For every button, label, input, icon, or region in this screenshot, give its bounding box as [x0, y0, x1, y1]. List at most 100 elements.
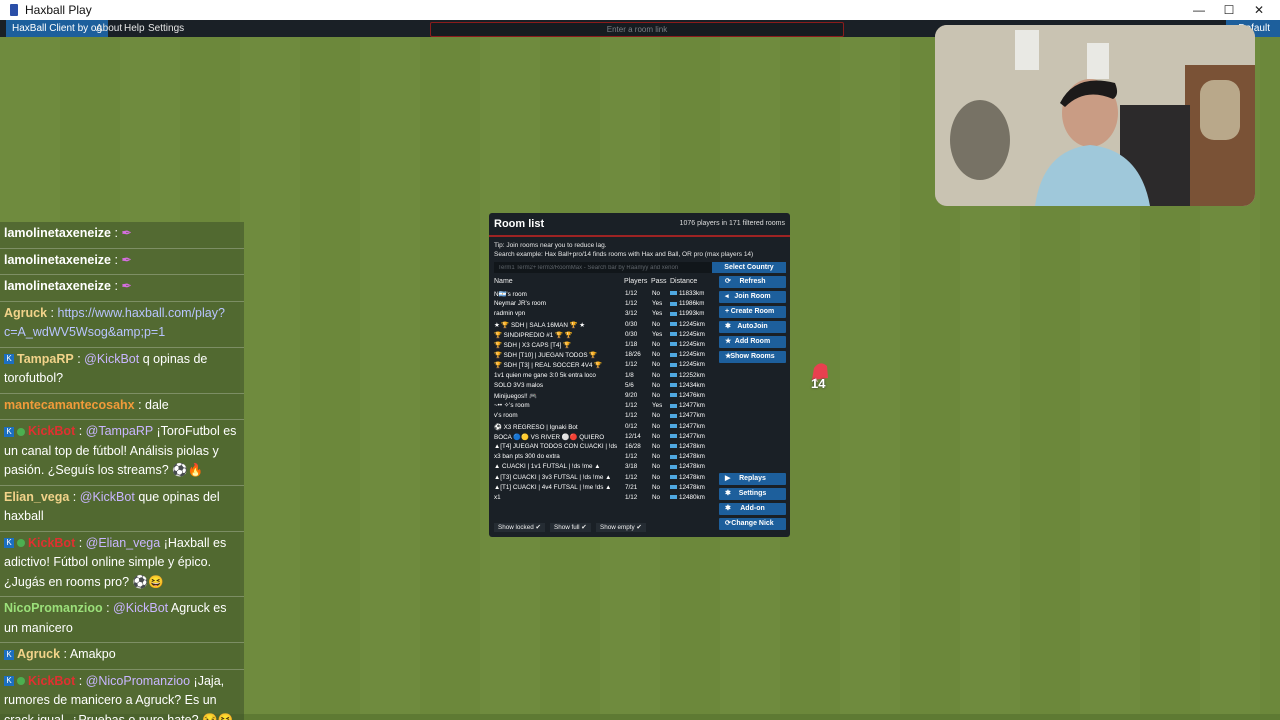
room-name: ▲[T1] CUACKI | 4v4 FUTSAL | !me !ds ▲ [494, 483, 612, 491]
room-row[interactable]: ~•• ✧'s room 1/12 Yes 12477km [489, 401, 719, 411]
room-distance: 12245km [670, 351, 705, 358]
room-row[interactable]: ▲[T4] JUEGAN TODOS CON CUACKI | !ds 16/28… [489, 442, 719, 452]
room-distance-value: 11993km [679, 310, 705, 318]
room-row[interactable]: Neymar JR's room 1/12 Yes 11986km [489, 299, 719, 309]
show-full-toggle[interactable]: Show full ✔ [550, 523, 591, 532]
verified-icon [17, 427, 25, 436]
room-pass: No [652, 351, 661, 359]
chat-mention: @Elian_vega [85, 535, 161, 550]
col-distance[interactable]: Distance [670, 278, 697, 285]
room-row[interactable]: BOCA 🔵🟡 VS RIVER ⚪🔴 QUIERO 12/14 No 12477km [489, 432, 719, 442]
chat-message: K KickBot : @Elian_vega ¡Haxball es adict… [0, 532, 244, 597]
settings-button[interactable]: ✱ Settings [719, 488, 786, 500]
menu-settings[interactable]: Settings [148, 20, 184, 37]
room-row[interactable]: radmin vpn 3/12 Yes 11993km [489, 309, 719, 319]
close-icon[interactable]: ✕ [1244, 2, 1274, 18]
room-link-input[interactable] [431, 23, 843, 36]
addon-button[interactable]: ✱ Add-on [719, 503, 786, 515]
room-distance-value: 12245km [679, 330, 705, 338]
room-row[interactable]: SOLO 3V3 malos 5/6 No 12434km [489, 381, 719, 391]
change-nick-button[interactable]: ⟳ Change Nick [719, 518, 786, 530]
maximize-icon[interactable]: ☐ [1214, 2, 1244, 18]
join-room-button[interactable]: ◂ Join Room [719, 291, 786, 303]
room-players: 3/12 [625, 310, 638, 318]
room-distance-value: 12477km [679, 432, 705, 440]
room-distance: 12434km [670, 382, 705, 389]
room-distance: 12477km [670, 402, 705, 409]
star-icon: ★ [725, 353, 732, 360]
room-name: radmin vpn [494, 310, 526, 318]
room-name: v's room [494, 412, 518, 420]
col-pass[interactable]: Pass [651, 278, 667, 285]
room-row[interactable]: ▲[T1] CUACKI | 4v4 FUTSAL | !me !ds ▲ 7/2… [489, 483, 719, 493]
room-players: 5/6 [625, 381, 634, 389]
refresh-button[interactable]: ⟳ Refresh [719, 276, 786, 288]
brand-menu[interactable]: HaxBall Client by og [6, 20, 109, 37]
room-row[interactable]: ▲[T3] CUACKI | 3v3 FUTSAL | !ds !me ▲ 1/1… [489, 473, 719, 483]
autojoin-button[interactable]: ✱ AutoJoin [719, 321, 786, 333]
room-row[interactable]: v's room 1/12 No 12477km [489, 411, 719, 421]
chat-username: Agruck [17, 647, 61, 661]
show-empty-toggle[interactable]: Show empty ✔ [596, 523, 646, 532]
menu-about[interactable]: About [96, 20, 122, 37]
room-row[interactable]: N🇦🇷's room 1/12 No 11833km [489, 289, 719, 299]
chat-username: KickBot [28, 424, 76, 438]
select-country-button[interactable]: Select Country [712, 262, 786, 273]
room-row[interactable]: 🏆 SINDIPREDIO #1 🏆 🏆 0/30 Yes 12245km [489, 330, 719, 340]
room-row[interactable]: 1v1 quien me gane 3:0 5k entra loco 1/8 No… [489, 371, 719, 381]
room-row[interactable]: ⚽ X3 REGRESO | Ignaki Bot 0/12 No 12477km [489, 422, 719, 432]
room-row[interactable]: 🏆 SDH [T10] | JUEGAN TODOS 🏆 18/26 No 12245… [489, 350, 719, 360]
room-pass: No [652, 412, 661, 420]
chat-username: mantecamantecosahx [4, 397, 135, 412]
room-distance-value: 12478km [679, 443, 705, 450]
room-link-box [430, 22, 844, 37]
chat-username: Elian_vega [4, 489, 70, 504]
room-row[interactable]: x1 1/12 No 12480km [489, 493, 719, 503]
show-rooms-button[interactable]: ★ Show Rooms [719, 351, 786, 363]
room-row[interactable]: 🏆 SDH [T3] | REAL SOCCER 4V4 🏆 1/12 No 1224… [489, 360, 719, 370]
chat-message: K KickBot : @TampaRP ¡ToroFutbol es un ca… [0, 420, 244, 486]
minimize-icon[interactable]: — [1184, 2, 1214, 18]
room-distance: 12478km [670, 443, 705, 450]
room-row[interactable]: ▲ CUACKI | 1v1 FUTSAL | !ds !me ▲ 3/18 No 1… [489, 462, 719, 472]
room-distance-value: 12245km [679, 341, 705, 348]
room-pass: No [652, 494, 661, 501]
room-count: 1076 players in 171 filtered rooms [679, 220, 785, 227]
room-distance-value: 12476km [679, 392, 705, 399]
flag-icon [670, 383, 677, 388]
menu-help[interactable]: Help [124, 20, 145, 37]
room-distance: 12245km [670, 341, 705, 348]
chat-mention: @KickBot [79, 489, 135, 504]
room-row[interactable]: ★ 🏆 SDH | SALA 16MAN 🏆 ★ 0/30 No 12245km [489, 320, 719, 330]
room-row[interactable]: 🏆 SDH | X3 CAPS [T4] 🏆 1/18 No 12245km [489, 340, 719, 350]
flag-icon [670, 332, 677, 337]
create-room-button[interactable]: + Create Room [719, 306, 786, 318]
col-name[interactable]: Name [494, 278, 513, 285]
room-players: 1/12 [625, 402, 638, 410]
room-search-input[interactable] [494, 262, 717, 273]
room-name: Minijuegos!! 🎮 [494, 393, 538, 400]
room-name: BOCA 🔵🟡 VS RIVER ⚪🔴 QUIERO [494, 433, 605, 441]
verified-icon [17, 677, 25, 686]
room-distance: 12477km [670, 433, 705, 440]
show-locked-toggle[interactable]: Show locked ✔ [494, 523, 545, 532]
flag-icon [670, 291, 677, 296]
room-distance-value: 12478km [679, 463, 705, 471]
chat-username: KickBot [28, 673, 76, 688]
room-name: ~•• ✧'s room [494, 402, 530, 410]
col-players[interactable]: Players [624, 278, 647, 285]
room-distance: 12480km [670, 494, 705, 501]
chat-message: mantecamantecosahx : dale [0, 394, 244, 420]
chat-text: Amakpo [69, 647, 116, 661]
room-distance-value: 11833km [679, 290, 705, 297]
add-room-button[interactable]: ★ Add Room [719, 336, 786, 348]
room-distance: 11993km [670, 310, 704, 317]
gear-icon: ✱ [725, 323, 731, 330]
room-pass: No [652, 453, 661, 461]
flag-icon [670, 464, 677, 469]
refresh-icon: ⟳ [725, 278, 731, 285]
room-row[interactable]: x3 ban pts 300 do extra 1/12 No 12478km [489, 452, 719, 462]
room-row[interactable]: Minijuegos!! 🎮 9/20 No 12476km [489, 391, 719, 401]
replays-button[interactable]: ▶ Replays [719, 473, 786, 485]
window-title: Haxball Play [25, 3, 92, 17]
